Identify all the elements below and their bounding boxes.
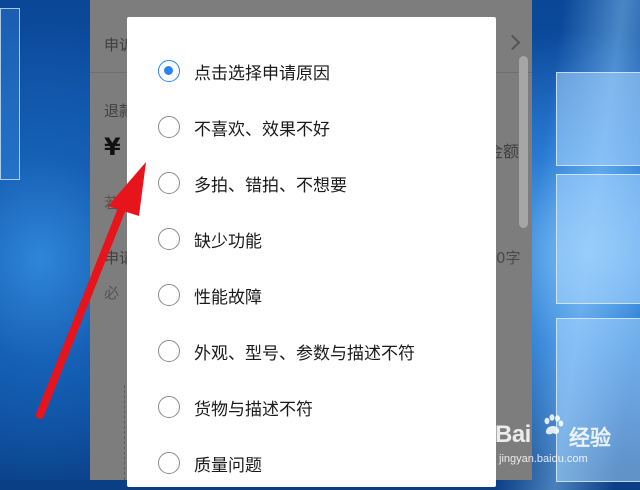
reason-option-label: 质量问题 — [194, 455, 262, 476]
reason-option-label: 不喜欢、效果不好 — [194, 119, 330, 140]
reason-option[interactable]: 性能故障 — [127, 275, 496, 315]
reason-option-label: 缺少功能 — [194, 231, 262, 252]
reason-option[interactable]: 多拍、错拍、不想要 — [127, 163, 496, 203]
reason-option-label: 多拍、错拍、不想要 — [194, 175, 347, 196]
reason-option-label: 点击选择申请原因 — [194, 63, 330, 84]
upload-box-border — [124, 385, 126, 480]
reason-option[interactable]: 缺少功能 — [127, 219, 496, 259]
scrollbar[interactable] — [519, 56, 528, 228]
radio-unchecked-icon[interactable] — [158, 228, 180, 250]
reason-option-label: 外观、型号、参数与描述不符 — [194, 343, 415, 364]
window-logo-pane — [0, 8, 20, 180]
window-logo-pane — [556, 72, 640, 166]
radio-unchecked-icon[interactable] — [158, 172, 180, 194]
window-logo-pane — [556, 174, 640, 304]
radio-unchecked-icon[interactable] — [158, 284, 180, 306]
baidu-jingyan-watermark: Bai 经验 jingyan.baidu.com — [495, 405, 640, 475]
reason-select-dialog: 点击选择申请原因 不喜欢、效果不好 多拍、错拍、不想要 缺少功能 性能故障 外观… — [127, 17, 496, 487]
radio-unchecked-icon[interactable] — [158, 340, 180, 362]
reason-option-label: 性能故障 — [194, 287, 262, 308]
char-count: 0字 — [496, 249, 521, 267]
paw-icon — [544, 414, 564, 435]
radio-checked-icon[interactable] — [158, 60, 180, 82]
reason-option-label: 货物与描述不符 — [194, 399, 313, 420]
reason-option[interactable]: 货物与描述不符 — [127, 387, 496, 427]
required-label: 必 — [104, 284, 120, 302]
currency-symbol: ¥ — [104, 133, 121, 161]
watermark-url: jingyan.baidu.com — [499, 453, 588, 465]
reason-option[interactable]: 外观、型号、参数与描述不符 — [127, 331, 496, 371]
reason-option[interactable]: 质量问题 — [127, 443, 496, 483]
radio-unchecked-icon[interactable] — [158, 396, 180, 418]
watermark-brand-cn: 经验 — [569, 427, 611, 450]
radio-unchecked-icon[interactable] — [158, 116, 180, 138]
reason-option[interactable]: 不喜欢、效果不好 — [127, 107, 496, 147]
watermark-brand: Bai — [495, 421, 531, 448]
hint-label: 若 — [104, 194, 120, 212]
reason-option[interactable]: 点击选择申请原因 — [127, 51, 496, 91]
radio-unchecked-icon[interactable] — [158, 452, 180, 474]
